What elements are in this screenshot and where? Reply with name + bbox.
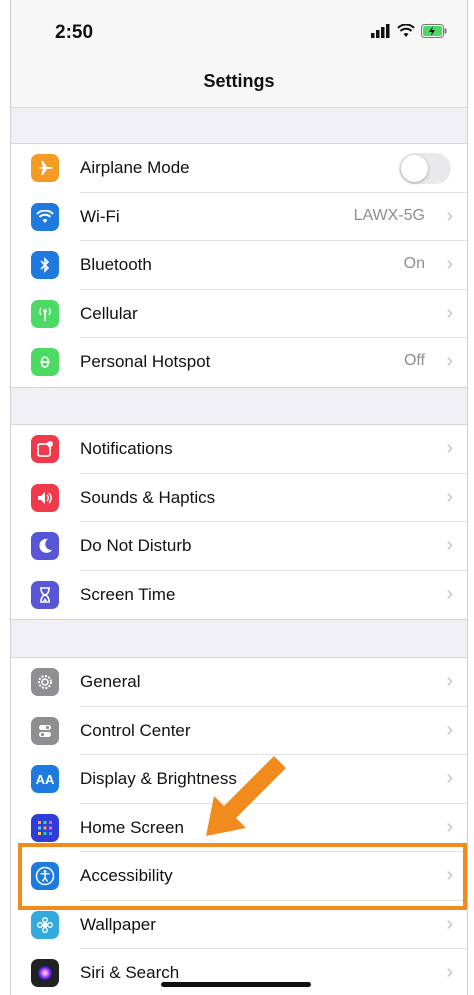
settings-row-label: Wi-Fi [80,206,120,226]
status-bar: 2:50 [11,0,467,65]
wallpaper-icon [31,910,59,939]
wifi-status-icon [397,24,415,37]
settings-row-notifications[interactable]: Notifications › [11,425,467,474]
chevron-right-icon: › [446,912,453,935]
settings-row-do-not-disturb[interactable]: Do Not Disturb › [11,522,467,571]
settings-row-label: Sounds & Haptics [80,487,216,507]
chevron-right-icon: › [446,534,453,556]
settings-row-label: Screen Time [80,584,176,604]
chevron-right-icon: › [446,767,453,789]
accessibility-highlight-box [18,843,467,910]
settings-row-airplane-mode[interactable]: Airplane Mode [11,144,467,193]
navigation-bar: Settings [11,65,467,108]
chevron-right-icon: › [446,204,453,227]
settings-row-label: General [80,672,141,691]
chevron-right-icon: › [446,582,453,605]
wifi-icon [31,202,59,231]
settings-row-wi-fi[interactable]: Wi-Fi LAWX-5G › [11,193,467,241]
page-title: Settings [203,71,275,91]
settings-row-label: Bluetooth [80,255,152,274]
settings-row-general[interactable]: General › [11,658,467,707]
settings-row-screen-time[interactable]: Screen Time › [11,571,467,620]
settings-row-value: Off [403,352,425,369]
settings-group-notifications: Notifications › Sounds & Haptics › Do Not Di… [11,424,467,620]
settings-row-personal-hotspot[interactable]: Personal Hotspot Off › [11,338,467,387]
settings-row-siri-and-search[interactable]: Siri & Search › [11,949,467,995]
siri-icon [31,959,59,987]
settings-row-value: LAWX-5G [353,206,425,224]
battery-charging-icon [421,24,447,38]
chevron-right-icon: › [446,670,453,692]
home-screen-icon [31,813,59,842]
chevron-right-icon: › [446,301,453,324]
chevron-right-icon: › [446,815,453,838]
toggle-knob [401,155,428,182]
settings-row-sounds-and-haptics[interactable]: Sounds & Haptics › [11,474,467,522]
chevron-right-icon: › [446,961,453,983]
chevron-right-icon: › [446,485,453,508]
settings-row-label: Personal Hotspot [80,352,211,371]
status-time: 2:50 [55,22,94,43]
gear-icon [31,668,59,696]
annotation-arrow-icon [206,756,286,836]
home-indicator [161,982,311,987]
chevron-right-icon: › [446,437,453,459]
settings-row-label: Notifications [80,439,173,458]
cellular-icon [31,299,59,328]
notifications-icon [31,435,59,463]
chevron-right-icon: › [446,253,453,275]
moon-icon [31,532,59,560]
chevron-right-icon: › [446,350,453,372]
signal-icon [371,24,390,38]
hourglass-icon [31,580,59,609]
status-icons [371,24,447,38]
settings-row-label: Home Screen [80,817,184,837]
settings-row-label: Do Not Disturb [80,536,192,555]
settings-row-label: Wallpaper [80,914,156,934]
settings-row-label: Control Center [80,720,191,740]
display-icon: AA [31,765,59,793]
airplane-mode-toggle[interactable] [399,153,451,184]
settings-row-bluetooth[interactable]: Bluetooth On › [11,241,467,290]
hotspot-icon [31,348,59,376]
speaker-icon [31,483,59,512]
settings-row-cellular[interactable]: Cellular › [11,290,467,338]
control-center-icon [31,716,59,745]
bluetooth-icon [31,251,59,279]
settings-row-label: Siri & Search [80,963,180,982]
settings-group-connectivity: Airplane Mode Wi-Fi LAWX-5G › Bluetooth On › Ce… [11,143,467,388]
settings-row-value: On [403,255,425,272]
settings-row-control-center[interactable]: Control Center › [11,707,467,755]
settings-row-label: Cellular [80,303,138,323]
airplane-icon [31,154,59,182]
settings-row-label: Airplane Mode [80,158,190,177]
chevron-right-icon: › [446,718,453,741]
